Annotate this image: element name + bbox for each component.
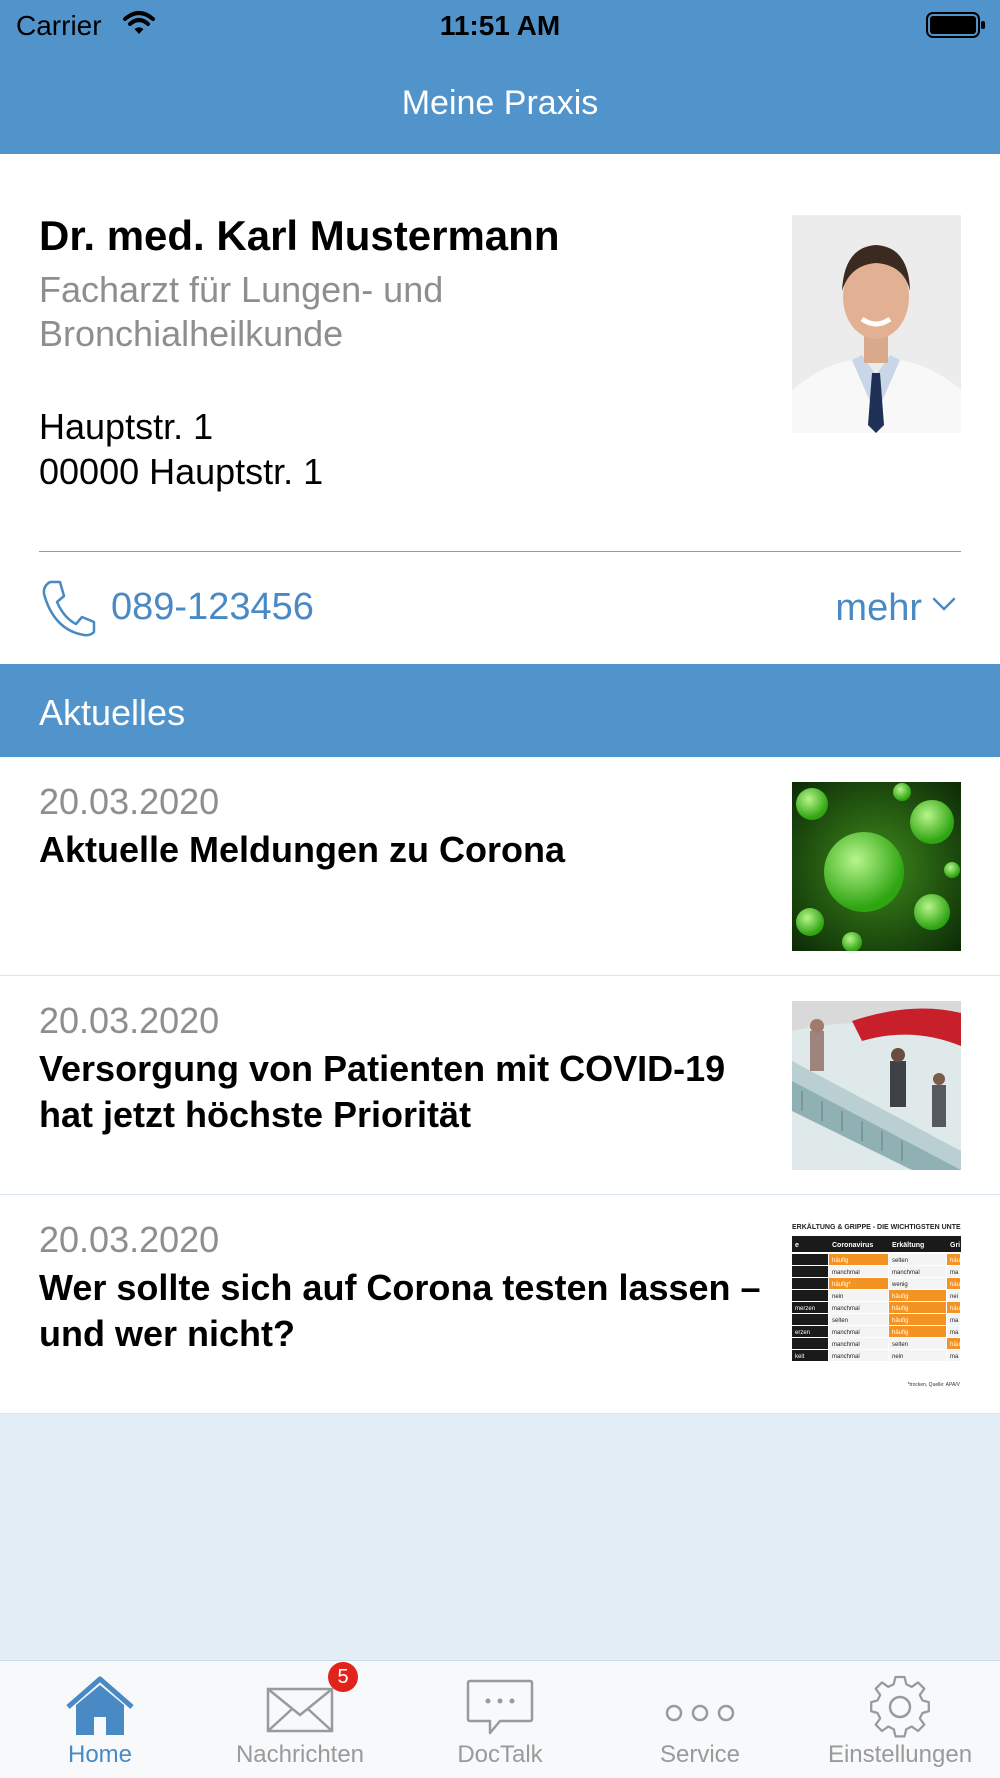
table-thumb-title: ERKÄLTUNG & GRIPPE - DIE WICHTIGSTEN UNT… <box>792 1223 961 1231</box>
section-title: Aktuelles <box>39 692 186 733</box>
address-line-1: Hauptstr. 1 <box>39 406 214 447</box>
more-button[interactable]: mehr <box>835 587 922 630</box>
table-thumb-cell-text: häu <box>950 1282 960 1288</box>
battery-icon <box>926 12 986 43</box>
table-thumb-cell <box>792 1290 828 1301</box>
table-thumb-cell-text: nei <box>950 1294 958 1300</box>
table-thumb-header-text: Erkältung <box>892 1242 924 1249</box>
news-headline: Versorgung von Patienten mit COVID-19 ha… <box>39 1048 726 1135</box>
table-thumb-cell-text: ma <box>950 1318 959 1324</box>
gear-icon <box>870 1675 930 1738</box>
unread-badge: 5 <box>328 1662 358 1692</box>
status-time: 11:51 AM <box>439 10 561 41</box>
news-thumbnail-escalator <box>792 1001 961 1170</box>
news-item[interactable]: 20.03.2020 Aktuelle Meldungen zu Corona <box>0 757 1000 976</box>
table-thumb-cell-text: nein <box>832 1294 843 1300</box>
table-thumb-cell-text: selten <box>892 1258 908 1264</box>
practice-address: Hauptstr. 1 00000 Hauptstr. 1 <box>39 404 323 494</box>
table-thumb-cell-text: häu <box>950 1258 960 1264</box>
table-thumb-cell-text: häufig <box>892 1330 908 1336</box>
tab-service[interactable]: Service <box>600 1661 800 1778</box>
table-thumb-cell-text: häufig <box>832 1258 848 1264</box>
tab-label: Nachrichten <box>235 1741 365 1768</box>
tab-label: DocTalk <box>457 1741 543 1768</box>
news-date: 20.03.2020 <box>39 1000 220 1041</box>
news-thumbnail-virus <box>792 782 961 951</box>
news-date: 20.03.2020 <box>39 1219 220 1260</box>
table-thumb-cell <box>792 1254 828 1265</box>
table-thumb-header-text: Coronavirus <box>832 1242 873 1249</box>
phone-number-link[interactable]: 089-123456 <box>111 586 314 629</box>
table-thumb-source: *trocken, Quelle: APA/V <box>908 1382 961 1388</box>
page-title: Meine Praxis <box>401 84 599 122</box>
navigation-bar: Meine Praxis <box>0 52 1000 154</box>
table-thumb-cell-text: häufig* <box>832 1282 851 1288</box>
news-date: 20.03.2020 <box>39 781 220 822</box>
table-thumb-cell-text: manchmal <box>832 1354 860 1360</box>
tab-einstellungen[interactable]: Einstellungen <box>800 1661 1000 1778</box>
news-headline: Wer sollte sich auf Corona testen lassen… <box>39 1267 761 1354</box>
tab-label: Home <box>67 1741 133 1768</box>
doctor-name: Dr. med. Karl Mustermann <box>39 212 560 259</box>
phone-icon[interactable] <box>40 578 96 643</box>
chat-bubble-icon <box>466 1679 534 1735</box>
table-thumb-cell-text: häufig <box>892 1294 908 1300</box>
news-thumbnail-table: ERKÄLTUNG & GRIPPE - DIE WICHTIGSTEN UNT… <box>792 1220 961 1389</box>
table-thumb-cell-text: manchmal <box>832 1330 860 1336</box>
table-thumb-cell-text: häufig <box>892 1306 908 1312</box>
tab-home[interactable]: Home <box>0 1661 200 1778</box>
tab-label: Einstellungen <box>827 1741 973 1768</box>
doctor-specialty: Facharzt für Lungen- und Bronchialheilku… <box>39 269 444 354</box>
table-thumb-cell-text: manchmal <box>832 1306 860 1312</box>
tab-nachrichten[interactable]: Nachrichten <box>200 1661 400 1778</box>
practice-profile-card: Dr. med. Karl Mustermann Facharzt für Lu… <box>0 154 1000 664</box>
table-thumb-cell <box>792 1338 828 1349</box>
table-thumb-cell-text: selten <box>832 1318 848 1324</box>
status-bar: Carrier 11:51 AM <box>0 0 1000 52</box>
table-thumb-cell <box>792 1266 828 1277</box>
table-thumb-cell-text: manchmal <box>832 1270 860 1276</box>
table-thumb-header-text: e <box>795 1242 799 1249</box>
table-thumb-header-text: Gri <box>950 1242 960 1249</box>
table-thumb-cell-text: manchmal <box>892 1270 920 1276</box>
table-thumb-cell-text: häu <box>950 1342 960 1348</box>
table-thumb-cell-text: ma <box>950 1354 959 1360</box>
table-thumb-cell-text: häufig <box>892 1318 908 1324</box>
news-item[interactable]: 20.03.2020 Versorgung von Patienten mit … <box>0 976 1000 1195</box>
table-thumb-cell-text: manchmal <box>832 1342 860 1348</box>
table-thumb-cell-text: erzen <box>795 1330 810 1336</box>
divider <box>39 551 961 552</box>
table-thumb-cell-text: ma <box>950 1330 959 1336</box>
tab-doctalk[interactable]: DocTalk <box>400 1661 600 1778</box>
doctor-photo <box>792 215 961 433</box>
tab-bar: Home Nachrichten DocTalk Service Einstel… <box>0 1660 1000 1778</box>
news-headline: Aktuelle Meldungen zu Corona <box>39 829 566 870</box>
news-section-header: Aktuelles <box>0 664 1000 757</box>
table-thumb-cell-text: häu <box>950 1306 960 1312</box>
news-item[interactable]: 20.03.2020 Wer sollte sich auf Corona te… <box>0 1195 1000 1414</box>
home-icon <box>66 1676 134 1735</box>
table-thumb-cell-text: nein <box>892 1354 903 1360</box>
table-thumb-cell <box>792 1314 828 1325</box>
table-thumb-cell-text: ma <box>950 1270 959 1276</box>
dots-icon <box>665 1704 735 1722</box>
address-line-2: 00000 Hauptstr. 1 <box>39 451 324 492</box>
table-thumb-cell-text: wenig <box>891 1282 908 1288</box>
table-thumb-cell-text: merzen <box>795 1306 815 1312</box>
table-thumb-cell <box>792 1278 828 1289</box>
envelope-icon <box>266 1687 334 1733</box>
table-thumb-cell-text: keit <box>795 1354 805 1360</box>
chevron-down-icon[interactable] <box>931 594 957 619</box>
table-thumb-cell-text: selten <box>892 1342 908 1348</box>
tab-label: Service <box>659 1741 741 1768</box>
